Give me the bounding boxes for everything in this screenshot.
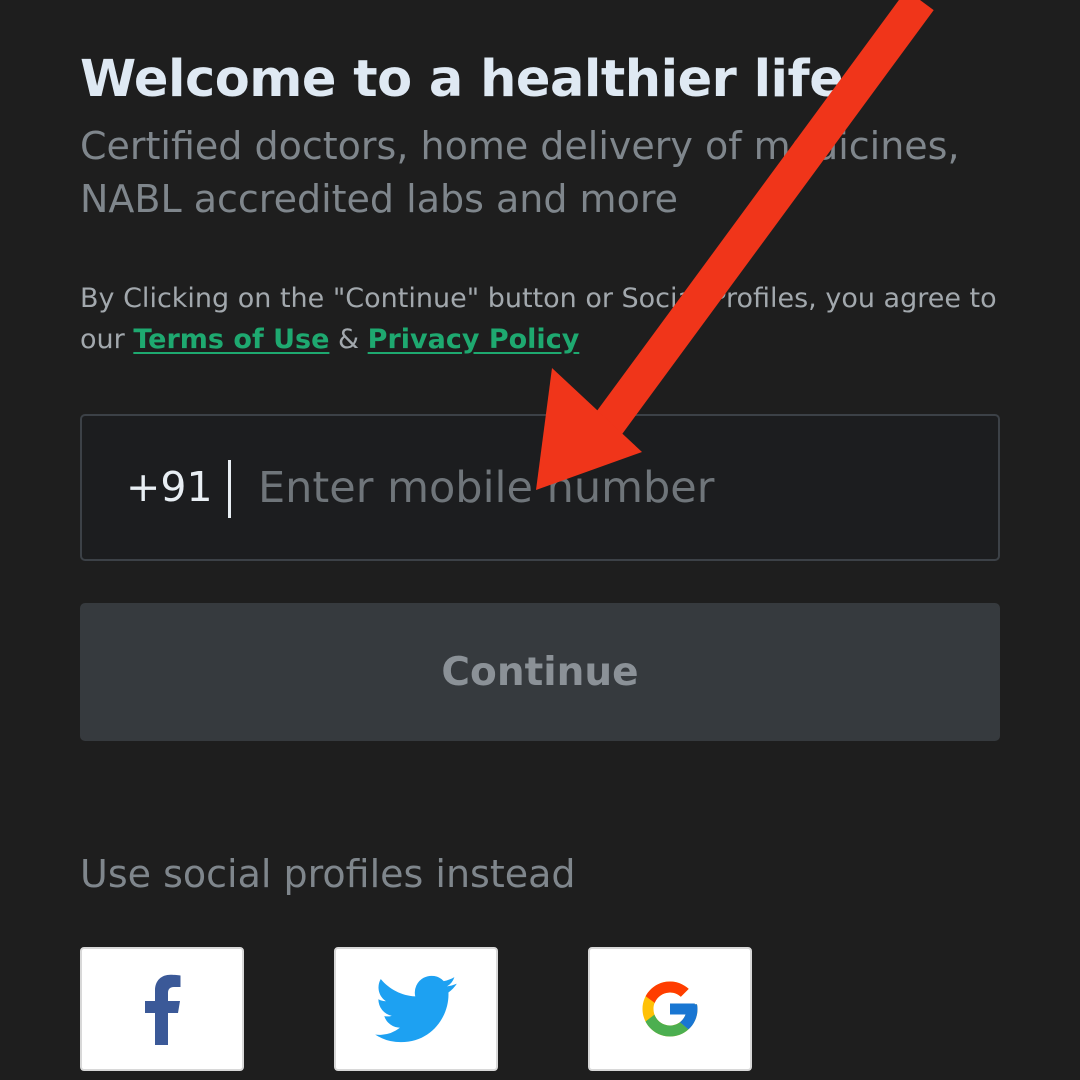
google-login-button[interactable] <box>588 947 752 1071</box>
terms-notice: By Clicking on the "Continue" button or … <box>80 278 1010 360</box>
login-screen: Welcome to a healthier life Certified do… <box>0 0 1080 1080</box>
google-icon <box>642 981 698 1037</box>
privacy-policy-link[interactable]: Privacy Policy <box>368 324 580 355</box>
country-code-divider <box>228 460 231 518</box>
mobile-number-field[interactable]: +91 <box>80 414 1000 561</box>
twitter-icon <box>375 975 457 1043</box>
page-subtitle: Certified doctors, home delivery of medi… <box>80 124 960 221</box>
twitter-login-button[interactable] <box>334 947 498 1071</box>
page-title: Welcome to a healthier life <box>80 50 844 109</box>
mobile-number-input[interactable] <box>258 446 958 529</box>
terms-of-use-link[interactable]: Terms of Use <box>133 324 329 355</box>
facebook-icon <box>145 974 181 1045</box>
facebook-login-button[interactable] <box>80 947 244 1071</box>
country-code[interactable]: +91 <box>126 416 213 559</box>
social-profiles-heading: Use social profiles instead <box>80 852 576 896</box>
continue-button[interactable]: Continue <box>80 603 1000 741</box>
terms-separator: & <box>338 324 360 355</box>
